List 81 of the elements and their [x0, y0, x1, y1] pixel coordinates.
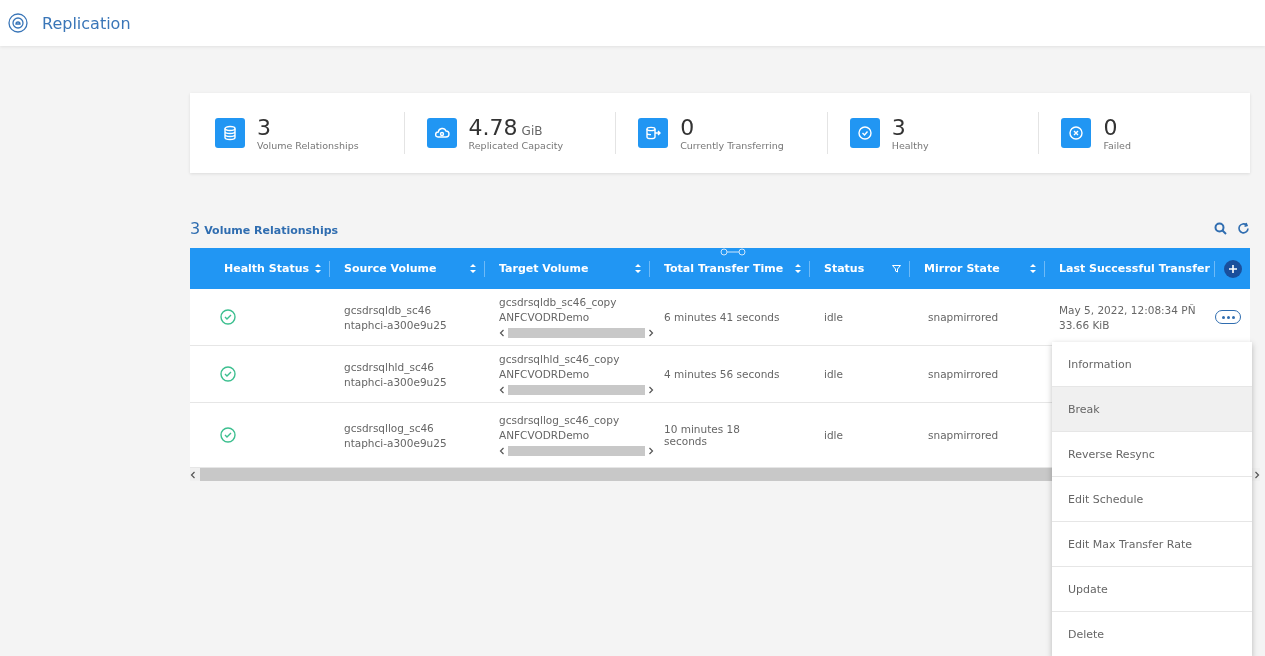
database-icon	[222, 125, 238, 141]
menu-item[interactable]: Update	[1052, 567, 1252, 612]
menu-item[interactable]: Reverse Resync	[1052, 432, 1252, 477]
sort-icon[interactable]	[1030, 264, 1036, 273]
search-icon[interactable]	[1214, 221, 1227, 235]
column-header[interactable]: Target Volume	[499, 262, 589, 275]
source-volume-text: ntaphci-a300e9u25	[344, 318, 448, 331]
source-volume-text: gcsdrsqllog_sc46	[344, 421, 435, 434]
status-text: idle	[824, 311, 844, 323]
status-text: idle	[824, 429, 844, 441]
stat-value: 0	[680, 114, 695, 140]
stat-label: Failed	[1103, 139, 1131, 151]
check-circle-icon	[220, 427, 236, 443]
target-volume-text: ANFCVODRDemo	[499, 310, 591, 323]
sort-icon[interactable]	[315, 264, 321, 273]
x-circle-icon	[1068, 125, 1085, 141]
filter-icon[interactable]	[892, 264, 901, 273]
scroll-right-icon[interactable]	[648, 386, 654, 394]
column-header[interactable]: Status	[824, 262, 865, 275]
source-volume-text: ntaphci-a300e9u25	[344, 375, 448, 388]
scroll-left-icon[interactable]	[499, 386, 505, 394]
menu-item[interactable]: Delete	[1052, 612, 1252, 656]
target-volume-text: ANFCVODRDemo	[499, 428, 591, 441]
stat-label: Healthy	[891, 139, 929, 151]
check-circle-icon	[220, 366, 236, 382]
mirror-state-text: snapmirrored	[928, 429, 1000, 441]
source-volume-text: gcsdrsqlhld_sc46	[344, 360, 436, 373]
source-volume-text: ntaphci-a300e9u25	[344, 436, 448, 449]
stat-label: Volume Relationships	[257, 139, 359, 151]
last-transfer-text: 33.66 KiB	[1059, 318, 1111, 331]
scroll-right-icon[interactable]	[648, 329, 654, 337]
table-title: 3 Volume Relationships	[190, 218, 339, 238]
stat-label: Currently Transferring	[680, 139, 784, 151]
scrollbar-thumb[interactable]	[508, 385, 645, 395]
column-header[interactable]: Total Transfer Time	[664, 262, 784, 275]
stat-value: 4.78	[468, 114, 518, 140]
target-volume-text: ANFCVODRDemo	[499, 367, 591, 380]
stat-label: Replicated Capacity	[468, 139, 564, 151]
menu-item[interactable]: Information	[1052, 342, 1252, 387]
scroll-left-icon[interactable]	[499, 447, 505, 455]
sort-icon[interactable]	[635, 264, 641, 273]
cloud-icon	[433, 125, 450, 141]
scroll-left-icon[interactable]	[190, 470, 196, 479]
scroll-right-icon[interactable]	[648, 447, 654, 455]
column-header[interactable]: Mirror State	[924, 262, 1000, 275]
page-title: Replication	[42, 13, 131, 33]
scrollbar-thumb[interactable]	[508, 446, 645, 456]
scrollbar-thumb[interactable]	[508, 328, 645, 338]
drag-handle-icon[interactable]	[720, 248, 746, 256]
add-column-icon[interactable]	[1223, 259, 1242, 278]
sort-icon[interactable]	[470, 264, 476, 273]
stat-value: 3	[891, 114, 906, 140]
mirror-state-text: snapmirrored	[928, 368, 1000, 380]
target-volume-text: gcsdrsqllog_sc46_copy	[499, 413, 621, 426]
scroll-right-icon[interactable]	[1254, 470, 1260, 479]
menu-item[interactable]: Edit Max Transfer Rate	[1052, 522, 1252, 567]
column-header[interactable]: Source Volume	[344, 262, 437, 275]
source-volume-text: gcsdrsqldb_sc46	[344, 303, 433, 316]
sort-icon[interactable]	[795, 264, 801, 273]
refresh-icon[interactable]	[1237, 221, 1250, 235]
stat-value: 0	[1103, 114, 1118, 140]
database-arrow-icon	[645, 125, 662, 141]
status-text: idle	[824, 368, 844, 380]
target-volume-text: gcsdrsqlhld_sc46_copy	[499, 352, 621, 365]
menu-item[interactable]: Break	[1052, 387, 1252, 432]
transfer-time-text: 4 minutes 56 seconds	[664, 368, 781, 380]
column-header[interactable]: Last Successful Transfer	[1059, 262, 1210, 275]
menu-item[interactable]: Edit Schedule	[1052, 477, 1252, 522]
target-volume-text: gcsdrsqldb_sc46_copy	[499, 295, 618, 308]
mirror-state-text: snapmirrored	[928, 311, 1000, 323]
stat-value: 3	[257, 114, 271, 140]
last-transfer-text: May 5, 2022, 12:08:34 PÑ	[1059, 303, 1197, 316]
more-actions-button[interactable]	[1215, 310, 1241, 324]
replication-icon	[8, 13, 28, 33]
transfer-time-text: 6 minutes 41 seconds	[664, 311, 781, 323]
column-header[interactable]: Health Status	[224, 262, 310, 275]
check-circle-icon	[220, 309, 236, 325]
stat-unit: GiB	[521, 123, 543, 138]
scroll-left-icon[interactable]	[499, 329, 505, 337]
transfer-time-text: 10 minutes 18 seconds	[664, 423, 741, 447]
check-circle-icon	[856, 125, 873, 141]
